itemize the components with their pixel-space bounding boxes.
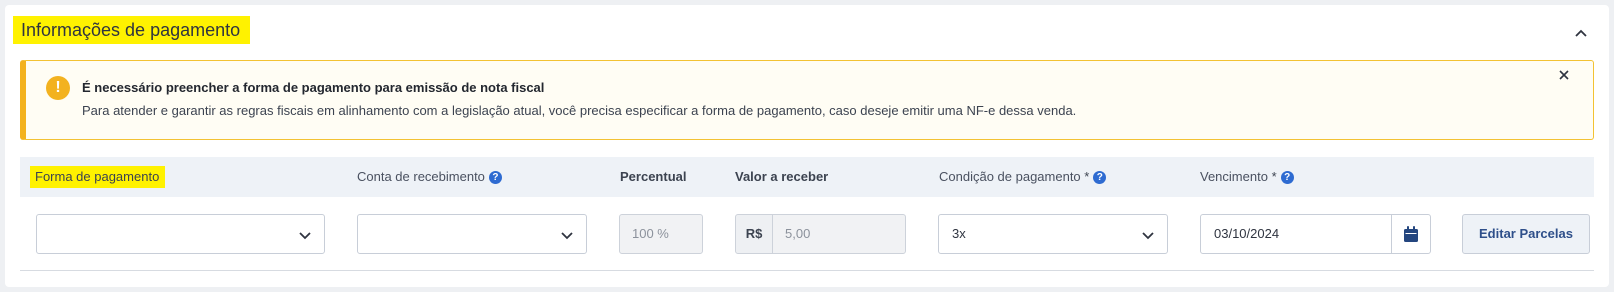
help-icon[interactable]: ? xyxy=(1280,171,1294,185)
collapse-button[interactable] xyxy=(1570,22,1592,44)
forma-de-pagamento-select[interactable] xyxy=(36,214,325,254)
chevron-down-icon xyxy=(561,232,573,240)
chevron-up-icon xyxy=(1575,29,1587,37)
valor-a-receber-input[interactable]: 5,00 xyxy=(772,214,906,254)
required-mark: * xyxy=(1084,169,1090,184)
alert-message: Para atender e garantir as regras fiscai… xyxy=(82,103,1077,118)
chevron-down-icon xyxy=(1142,232,1154,240)
column-valor-a-receber: Valor a receber xyxy=(735,169,829,184)
chevron-down-icon xyxy=(299,232,311,240)
column-vencimento-label: Vencimento xyxy=(1200,169,1268,184)
required-mark: * xyxy=(1271,169,1277,184)
close-icon xyxy=(1559,70,1569,80)
payment-table-header: Forma de pagamento Conta de recebimento?… xyxy=(20,157,1594,197)
calendar-icon xyxy=(1404,226,1418,242)
alert-close-button[interactable] xyxy=(1556,67,1572,83)
column-forma-de-pagamento: Forma de pagamento xyxy=(30,166,166,188)
help-icon[interactable]: ? xyxy=(488,171,502,185)
fiscal-warning-alert: ! É necessário preencher a forma de paga… xyxy=(20,60,1594,140)
column-condicao-label: Condição de pagamento xyxy=(939,169,1081,184)
column-vencimento: Vencimento *? xyxy=(1200,157,1294,197)
currency-prefix: R$ xyxy=(735,214,773,254)
alert-title: É necessário preencher a forma de pagame… xyxy=(82,80,545,95)
help-icon[interactable]: ? xyxy=(1093,171,1107,185)
condicao-de-pagamento-value: 3x xyxy=(952,226,966,241)
section-title: Informações de pagamento xyxy=(13,16,251,44)
column-conta-de-recebimento: Conta de recebimento? xyxy=(357,157,502,197)
edit-installments-button[interactable]: Editar Parcelas xyxy=(1462,214,1590,254)
column-conta-label: Conta de recebimento xyxy=(357,169,485,184)
vencimento-input[interactable]: 03/10/2024 xyxy=(1200,214,1392,254)
calendar-button[interactable] xyxy=(1391,214,1431,254)
column-condicao-de-pagamento: Condição de pagamento *? xyxy=(939,157,1107,197)
percentual-input[interactable]: 100 % xyxy=(619,214,703,254)
column-percentual: Percentual xyxy=(620,169,687,184)
conta-de-recebimento-select[interactable] xyxy=(357,214,587,254)
exclamation-icon: ! xyxy=(46,76,70,100)
row-divider xyxy=(20,270,1594,271)
condicao-de-pagamento-select[interactable]: 3x xyxy=(938,214,1168,254)
